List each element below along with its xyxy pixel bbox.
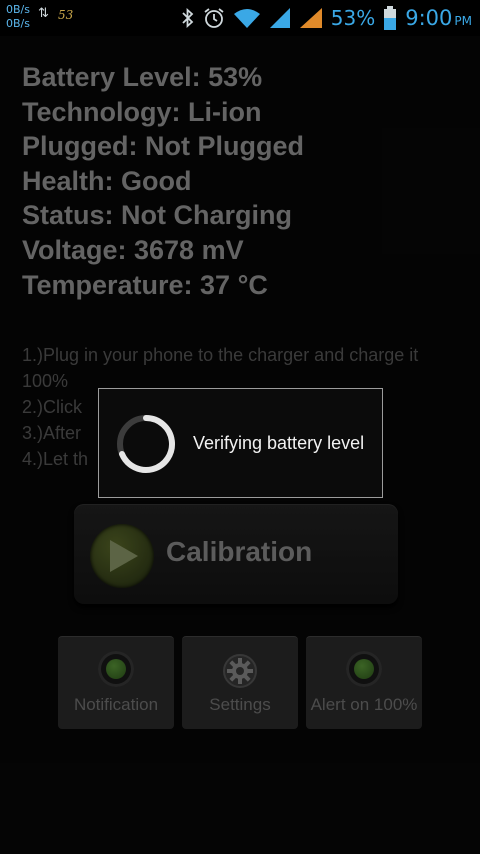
data-transfer-icon: ⇅ <box>38 6 49 21</box>
battery-percent: 53% <box>330 6 376 30</box>
app-notification-badge: 53 <box>58 8 74 22</box>
clock-time: 9:00 <box>405 6 453 30</box>
net-down-speed: 0B/s <box>6 17 30 30</box>
alarm-icon <box>204 8 224 28</box>
clock: 9:00 PM <box>405 6 472 30</box>
net-up-speed: 0B/s <box>6 3 30 16</box>
network-speed: 0B/s 0B/s <box>6 3 30 31</box>
signal-icon <box>269 8 290 28</box>
wifi-icon <box>233 9 260 28</box>
status-bar: 0B/s 0B/s ⇅ 53 53% 9:00 PM <box>0 0 480 36</box>
progress-dialog: Verifying battery level <box>98 388 383 498</box>
signal-icon <box>299 8 322 28</box>
bluetooth-icon <box>182 7 194 29</box>
dialog-message: Verifying battery level <box>193 433 365 453</box>
battery-icon <box>384 6 397 30</box>
loading-spinner-icon <box>117 415 175 473</box>
status-icons: 53% 9:00 PM <box>181 4 472 32</box>
clock-ampm: PM <box>454 14 472 28</box>
